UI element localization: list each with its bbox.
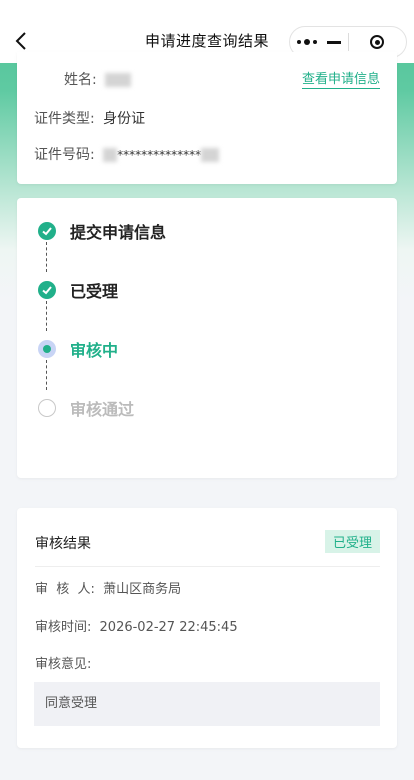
- current-dot-icon: [38, 340, 56, 358]
- step-connector: [46, 360, 47, 390]
- result-title: 审核结果: [35, 536, 91, 552]
- view-application-link[interactable]: 查看申请信息: [301, 68, 380, 89]
- check-icon: [38, 222, 56, 240]
- empty-circle-icon: [38, 399, 56, 417]
- id-suffix-redacted: [201, 148, 220, 162]
- step-label: 提交申请信息: [70, 223, 167, 242]
- review-time-row: 审核时间: 2026-02-27 22:45:45: [35, 616, 238, 635]
- step-submit: 提交申请信息: [38, 219, 166, 243]
- id-number-row: 证件号码: **************: [34, 144, 220, 164]
- review-time-value: 2026-02-27 22:45:45: [99, 620, 238, 635]
- reviewer-value: 萧山区商务局: [103, 582, 182, 597]
- reviewer-row: 审 核 人: 萧山区商务局: [35, 578, 181, 597]
- review-time-label: 审核时间:: [35, 620, 92, 635]
- id-prefix-redacted: [103, 148, 118, 162]
- step-connector: [46, 301, 47, 331]
- step-label: 审核中: [70, 341, 119, 360]
- applicant-info-card: 姓名: 查看申请信息 证件类型: 身份证 证件号码: *************…: [17, 52, 397, 184]
- step-label: 审核通过: [70, 400, 135, 419]
- target-icon: [370, 35, 385, 49]
- opinion-box: 同意受理: [34, 682, 380, 726]
- id-number-label: 证件号码:: [34, 147, 95, 163]
- step-connector: [46, 242, 47, 272]
- more-dots-icon: [296, 39, 317, 45]
- name-value-redacted: [105, 73, 132, 87]
- review-result-card: 审核结果 已受理 审 核 人: 萧山区商务局 审核时间: 2026-02-27 …: [17, 508, 397, 748]
- opinion-label: 审核意见:: [35, 657, 92, 672]
- minus-icon: [326, 40, 341, 44]
- id-type-value: 身份证: [103, 111, 146, 127]
- step-label: 已受理: [70, 282, 119, 301]
- name-label: 姓名:: [64, 72, 97, 88]
- reviewer-label: 审 核 人:: [35, 582, 95, 597]
- id-type-row: 证件类型: 身份证: [34, 108, 145, 128]
- progress-card: 提交申请信息 已受理 审核中 审核通过: [17, 198, 397, 478]
- step-approved: 审核通过: [38, 396, 134, 420]
- name-row: 姓名:: [64, 69, 132, 89]
- id-number-masked: **************: [117, 148, 202, 162]
- check-icon: [38, 281, 56, 299]
- id-type-label: 证件类型:: [34, 111, 95, 127]
- step-accepted: 已受理: [38, 278, 118, 302]
- status-badge: 已受理: [324, 530, 380, 553]
- step-reviewing: 审核中: [38, 337, 118, 361]
- divider: [35, 566, 380, 567]
